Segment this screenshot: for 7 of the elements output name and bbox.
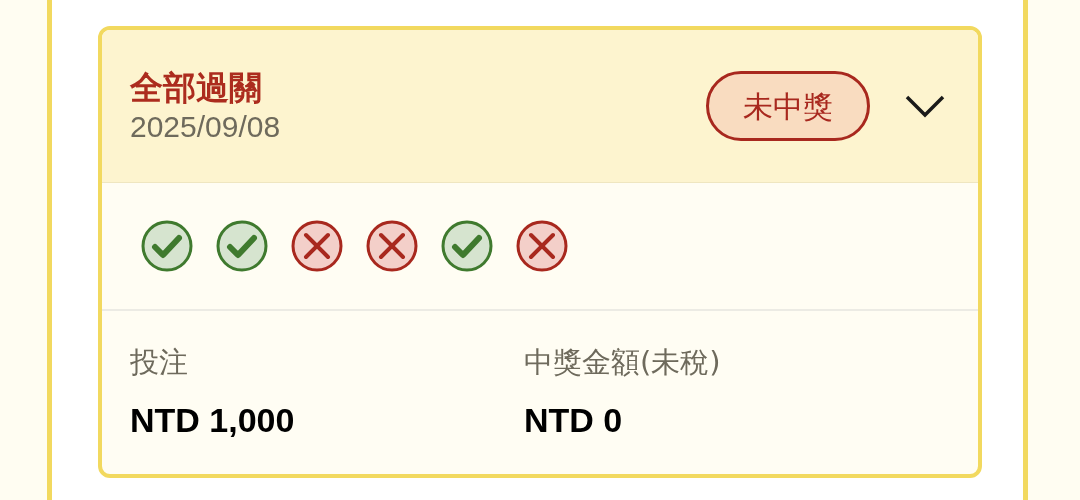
bet-title: 全部過關: [130, 66, 263, 108]
payout-value: NTD 0: [524, 399, 624, 441]
payout-label: 中獎金額(未稅): [524, 344, 721, 381]
status-badge: 未中獎: [706, 71, 870, 141]
stake-value: NTD 1,000: [130, 399, 296, 441]
bet-date: 2025/09/08: [130, 108, 282, 145]
stake-label: 投注: [130, 344, 189, 381]
